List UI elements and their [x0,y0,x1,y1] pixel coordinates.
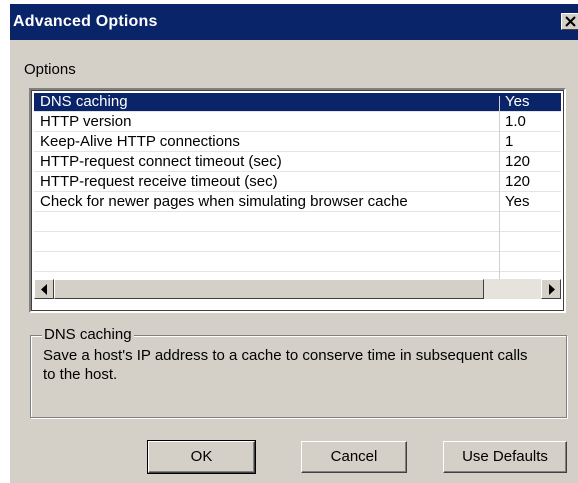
option-name: HTTP version [40,113,132,130]
title-bar: Advanced Options [10,4,578,40]
options-list[interactable]: DNS caching Yes HTTP version 1.0 Keep-Alive … [29,88,566,313]
use-defaults-button[interactable]: Use Defaults [443,441,567,473]
list-item[interactable] [34,253,561,272]
option-value: 120 [505,153,531,170]
option-value: Yes [505,93,530,110]
cancel-button[interactable]: Cancel [301,441,407,473]
option-value [505,233,555,251]
options-label: Options [24,61,76,78]
option-value: Yes [505,193,530,210]
description-group: DNS caching Save a host's IP address to … [30,326,567,418]
list-item[interactable]: HTTP-request receive timeout (sec) 120 [34,173,561,192]
ok-button[interactable]: OK [147,440,256,474]
list-item[interactable]: Check for newer pages when simulating br… [34,193,561,212]
list-item[interactable]: Keep-Alive HTTP connections 1 [34,133,561,152]
option-name: DNS caching [40,93,128,110]
close-button[interactable] [561,13,578,30]
option-name: HTTP-request receive timeout (sec) [40,173,278,190]
arrow-right-icon [549,284,555,295]
option-value [505,213,555,231]
option-name: HTTP-request connect timeout (sec) [40,153,282,170]
list-item[interactable]: DNS caching Yes [34,93,561,112]
list-item[interactable] [34,233,561,252]
description-title: DNS caching [42,326,134,344]
option-value: 120 [505,173,531,190]
advanced-options-dialog: Advanced Options Options DNS caching Yes H… [9,3,578,483]
list-item[interactable] [34,213,561,232]
option-name: Keep-Alive HTTP connections [40,133,240,150]
description-text: Save a host's IP address to a cache to c… [43,347,528,383]
scroll-right-button[interactable] [541,279,561,299]
option-name: Check for newer pages when simulating br… [40,193,408,210]
list-item[interactable]: HTTP-request connect timeout (sec) 120 [34,153,561,172]
option-name [40,253,495,271]
scroll-thumb[interactable] [54,279,484,299]
scroll-left-button[interactable] [34,279,54,299]
option-value [505,253,555,271]
option-value: 1 [505,133,514,150]
options-rows: DNS caching Yes HTTP version 1.0 Keep-Alive … [34,93,561,280]
option-name [40,213,495,231]
close-icon [565,16,576,27]
option-value: 1.0 [505,113,526,130]
list-item[interactable]: HTTP version 1.0 [34,113,561,132]
column-separator [499,96,500,280]
window-title: Advanced Options [13,13,158,30]
option-name [40,233,495,251]
horizontal-scrollbar[interactable] [34,279,561,299]
arrow-left-icon [41,284,47,295]
